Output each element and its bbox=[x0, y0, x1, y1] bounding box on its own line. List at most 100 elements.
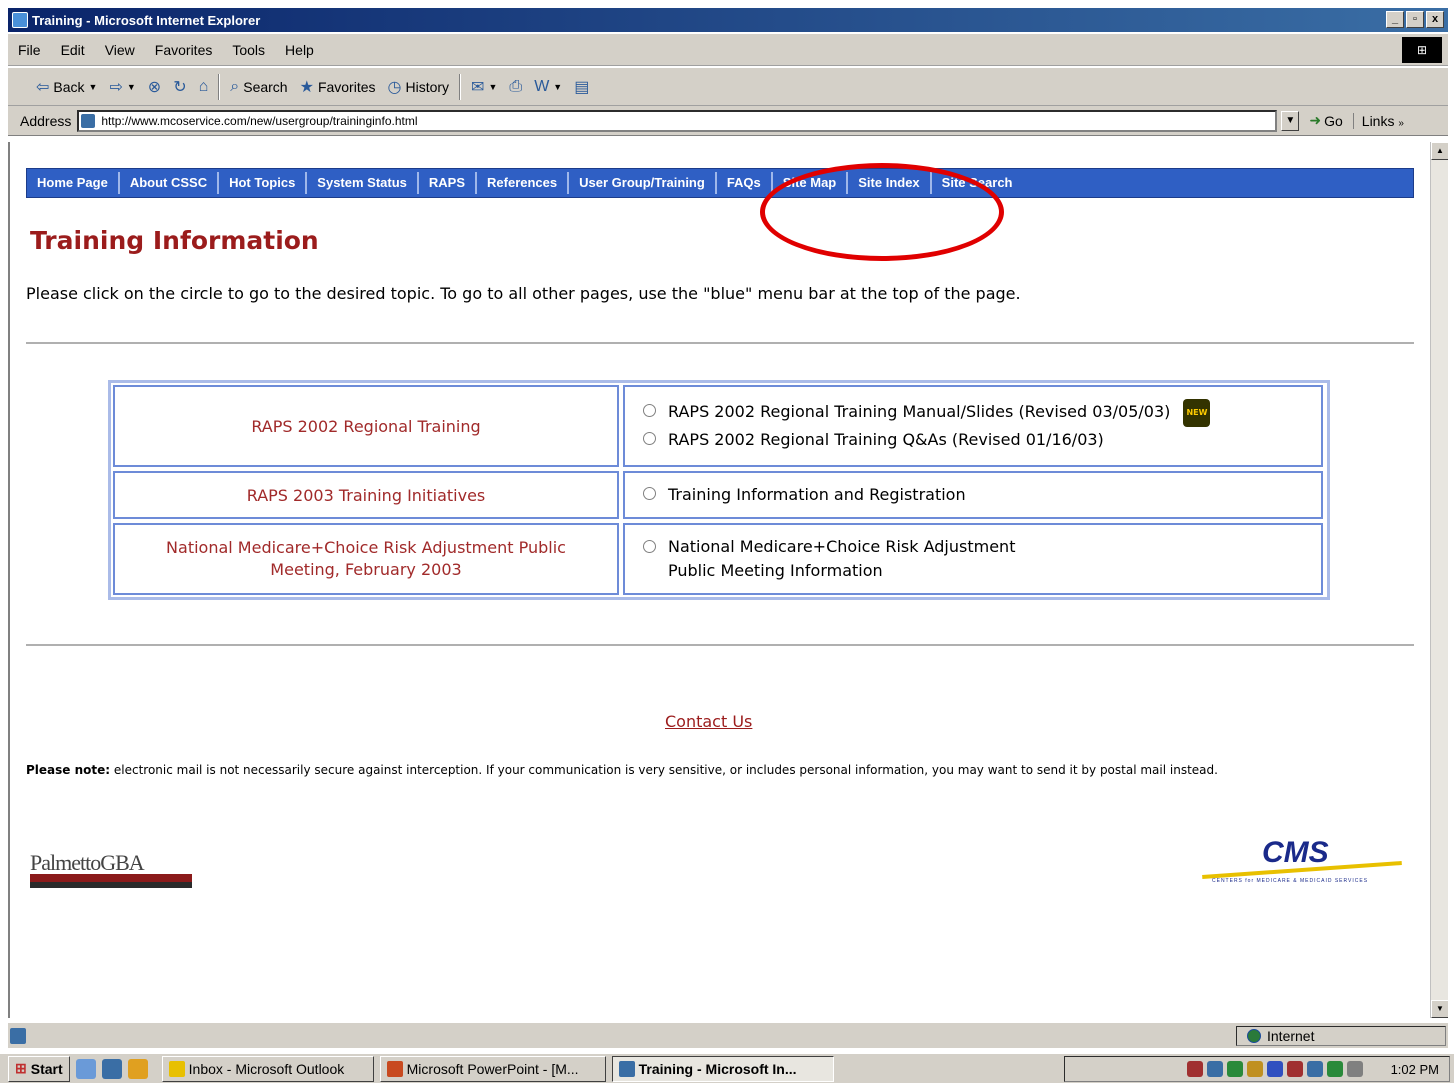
nav-user-group-training[interactable]: User Group/Training bbox=[567, 172, 715, 194]
nav-hot-topics[interactable]: Hot Topics bbox=[217, 172, 305, 194]
home-icon: ⌂ bbox=[198, 77, 209, 95]
edit-button[interactable]: W ▼ bbox=[528, 72, 568, 102]
radio-button[interactable] bbox=[643, 540, 656, 553]
tray-icon[interactable] bbox=[1306, 1061, 1323, 1077]
history-label: History bbox=[405, 78, 450, 95]
powerpoint-icon bbox=[386, 1060, 403, 1077]
task-outlook[interactable]: Inbox - Microsoft Outlook bbox=[161, 1055, 374, 1082]
links-button[interactable]: Links » bbox=[1352, 112, 1412, 129]
menu-view[interactable]: View bbox=[95, 42, 145, 58]
tray-icon[interactable] bbox=[1186, 1061, 1203, 1077]
option-item[interactable]: Training Information and Registration bbox=[643, 482, 1321, 508]
vertical-scrollbar[interactable]: ▲ ▼ bbox=[1430, 142, 1448, 1018]
address-bar: Address http://www.mcoservice.com/new/us… bbox=[8, 106, 1448, 136]
divider bbox=[26, 342, 1414, 344]
home-button[interactable]: ⌂ bbox=[193, 72, 215, 102]
option-item[interactable]: National Medicare+Choice Risk Adjustment… bbox=[643, 535, 1321, 583]
tray-icon[interactable] bbox=[1266, 1061, 1283, 1077]
maximize-button[interactable]: ▫ bbox=[1406, 11, 1424, 28]
refresh-button[interactable]: ↻ bbox=[167, 72, 192, 102]
menu-edit[interactable]: Edit bbox=[51, 42, 95, 58]
table-row: RAPS 2003 Training Initiatives Training … bbox=[111, 469, 1327, 521]
nav-raps[interactable]: RAPS bbox=[416, 172, 475, 194]
chevron-down-icon: ▼ bbox=[88, 81, 98, 92]
nav-references[interactable]: References bbox=[475, 172, 567, 194]
nav-site-search[interactable]: Site Search bbox=[929, 172, 1023, 194]
address-dropdown-button[interactable]: ▼ bbox=[1281, 110, 1300, 131]
menu-tools[interactable]: Tools bbox=[222, 42, 275, 58]
palmetto-gba-logo[interactable]: PalmettoGBA bbox=[30, 832, 192, 894]
option-item[interactable]: RAPS 2002 Regional Training Q&As (Revise… bbox=[643, 427, 1321, 453]
contact-us-link[interactable]: Contact Us bbox=[665, 712, 752, 731]
option-label-line2: Public Meeting Information bbox=[668, 561, 883, 580]
stop-button[interactable]: ⊗ bbox=[142, 72, 167, 102]
favorites-button[interactable]: ★ Favorites bbox=[294, 72, 382, 102]
nav-site-map[interactable]: Site Map bbox=[770, 172, 846, 194]
window-titlebar: Training - Microsoft Internet Explorer _… bbox=[8, 8, 1448, 32]
nav-site-index[interactable]: Site Index bbox=[846, 172, 929, 194]
logo-bar bbox=[30, 874, 192, 882]
back-button[interactable]: ⇦ Back ▼ bbox=[30, 72, 103, 102]
mail-tray-icon[interactable] bbox=[1346, 1061, 1363, 1077]
refresh-icon: ↻ bbox=[173, 78, 187, 96]
note-label: Please note: bbox=[26, 763, 111, 777]
address-input[interactable]: http://www.mcoservice.com/new/usergroup/… bbox=[77, 109, 1278, 132]
close-button[interactable]: x bbox=[1426, 11, 1444, 28]
table-row: National Medicare+Choice Risk Adjustment… bbox=[111, 521, 1327, 597]
option-item[interactable]: RAPS 2002 Regional Training Manual/Slide… bbox=[643, 399, 1321, 427]
nav-system-status[interactable]: System Status bbox=[305, 172, 417, 194]
search-button[interactable]: ⌕ Search bbox=[224, 72, 293, 102]
go-arrow-icon: ➜ bbox=[1309, 112, 1322, 128]
menu-help[interactable]: Help bbox=[275, 42, 324, 58]
cms-logo[interactable]: CMS CENTERS for MEDICARE & MEDICAID SERV… bbox=[1202, 830, 1406, 900]
history-button[interactable]: ◷ History bbox=[382, 72, 456, 102]
topic-cell: RAPS 2003 Training Initiatives bbox=[113, 471, 619, 519]
radio-button[interactable] bbox=[643, 404, 656, 417]
email-note: Please note: electronic mail is not nece… bbox=[26, 758, 1416, 782]
training-table: RAPS 2002 Regional Training RAPS 2002 Re… bbox=[108, 380, 1330, 600]
option-label: Training Information and Registration bbox=[668, 485, 966, 504]
tray-icon[interactable] bbox=[1326, 1061, 1343, 1077]
outlook-icon bbox=[168, 1060, 185, 1077]
go-button[interactable]: ➜ Go bbox=[1299, 112, 1352, 129]
topic-label: RAPS 2003 Training Initiatives bbox=[246, 485, 486, 505]
forward-button[interactable]: ⇨ ▼ bbox=[103, 72, 141, 102]
page-status-icon bbox=[10, 1027, 26, 1044]
discuss-button[interactable]: ▤ bbox=[568, 72, 595, 102]
print-button[interactable]: ⎙ bbox=[503, 72, 528, 102]
topic-cell: RAPS 2002 Regional Training bbox=[113, 385, 619, 467]
options-cell: RAPS 2002 Regional Training Manual/Slide… bbox=[623, 385, 1323, 467]
address-url: http://www.mcoservice.com/new/usergroup/… bbox=[101, 113, 418, 128]
toolbar-separator bbox=[459, 73, 462, 100]
task-powerpoint[interactable]: Microsoft PowerPoint - [M... bbox=[379, 1055, 606, 1082]
options-cell: Training Information and Registration bbox=[623, 471, 1323, 519]
show-desktop-icon[interactable] bbox=[75, 1058, 96, 1079]
scroll-down-button[interactable]: ▼ bbox=[1431, 1000, 1448, 1018]
menu-favorites[interactable]: Favorites bbox=[145, 42, 223, 58]
options-cell: National Medicare+Choice Risk Adjustment… bbox=[623, 523, 1323, 595]
minimize-button[interactable]: _ bbox=[1386, 11, 1404, 28]
media-player-icon[interactable] bbox=[127, 1058, 148, 1079]
nav-about-cssc[interactable]: About CSSC bbox=[117, 172, 217, 194]
nav-faqs[interactable]: FAQs bbox=[714, 172, 771, 194]
tray-icon[interactable] bbox=[1226, 1061, 1243, 1077]
tray-icon[interactable] bbox=[1286, 1061, 1303, 1077]
start-button[interactable]: ⊞ Start bbox=[8, 1055, 70, 1082]
clock: 1:02 PM bbox=[1390, 1061, 1439, 1077]
task-ie-training[interactable]: Training - Microsoft In... bbox=[611, 1055, 834, 1082]
radio-button[interactable] bbox=[643, 487, 656, 500]
forward-arrow-icon: ⇨ bbox=[109, 78, 123, 96]
tray-icon[interactable] bbox=[1246, 1061, 1263, 1077]
cms-logo-text: CMS bbox=[1262, 836, 1329, 869]
menu-file[interactable]: File bbox=[8, 42, 51, 58]
nav-home-page[interactable]: Home Page bbox=[27, 172, 118, 194]
radio-button[interactable] bbox=[643, 432, 656, 445]
scroll-up-button[interactable]: ▲ bbox=[1431, 142, 1448, 160]
mail-button[interactable]: ✉ ▼ bbox=[465, 72, 503, 102]
option-label: RAPS 2002 Regional Training Q&As (Revise… bbox=[668, 430, 1104, 449]
tray-icon[interactable] bbox=[1206, 1061, 1223, 1077]
ie-quicklaunch-icon[interactable] bbox=[101, 1058, 122, 1079]
word-icon: W bbox=[534, 77, 550, 95]
page-icon bbox=[81, 113, 96, 128]
intro-text: Please click on the circle to go to the … bbox=[26, 284, 1021, 303]
